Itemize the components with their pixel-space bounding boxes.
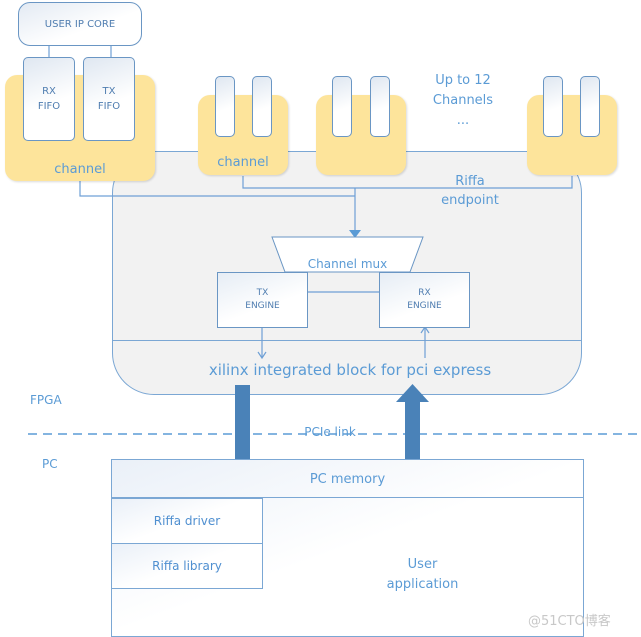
riffa-library-box: Riffa library (111, 543, 263, 589)
channel-3-fifo-b (370, 76, 390, 137)
riffa-driver-box: Riffa driver (111, 498, 263, 544)
rx-engine-label-1: RX (418, 288, 431, 298)
user-application-line-1: User (407, 557, 438, 572)
channel-2-fifo-a (215, 76, 235, 137)
tx-engine-label-1: TX (256, 288, 269, 298)
pcie-link-label: PCIe link (304, 425, 356, 439)
up-to-channels-text: Up to 12 Channels ... (415, 71, 511, 131)
channel-n-fifo-a (543, 76, 563, 137)
fpga-label: FPGA (30, 393, 62, 407)
channel-n (527, 95, 617, 175)
tx-fifo-label-1: TX (102, 86, 116, 97)
channel-2-fifo-b (252, 76, 272, 137)
pc-label: PC (42, 457, 58, 471)
pc-memory-label: PC memory (309, 472, 386, 487)
rx-fifo: RX FIFO (23, 57, 75, 141)
tx-engine-label-2: ENGINE (245, 301, 280, 311)
channel-1-label: channel (54, 162, 106, 177)
rx-fifo-label-2: FIFO (37, 101, 61, 112)
up-to-channels-ellipsis: ... (456, 113, 470, 128)
pcie-block-label: xilinx integrated block for pci express (208, 361, 492, 379)
rx-engine: RX ENGINE (379, 272, 470, 328)
riffa-endpoint-line-1: Riffa (455, 174, 485, 189)
rx-engine-label-2: ENGINE (407, 301, 442, 311)
riffa-driver-label: Riffa driver (153, 514, 221, 528)
channel-n-fifo-b (580, 76, 600, 137)
watermark: @51CTO博客 (528, 614, 611, 629)
user-application-label: User application (360, 555, 485, 595)
riffa-library-label: Riffa library (152, 559, 222, 573)
tx-engine: TX ENGINE (217, 272, 308, 328)
user-application-line-2: application (386, 577, 459, 592)
up-to-channels-line-2: Channels (432, 93, 494, 108)
channel-3 (316, 95, 406, 175)
user-ip-core: USER IP CORE (18, 2, 142, 46)
channel-2-label: channel (217, 155, 269, 170)
user-ip-core-label: USER IP CORE (44, 18, 116, 30)
channel-bus-line (242, 176, 573, 189)
tx-fifo-label-2: FIFO (97, 101, 121, 112)
riffa-endpoint-line-2: endpoint (441, 193, 499, 208)
channel-3-fifo-a (332, 76, 352, 137)
channel-mux-label: Channel mux (307, 257, 388, 271)
rx-fifo-label-1: RX (42, 86, 56, 97)
tx-fifo: TX FIFO (83, 57, 135, 141)
riffa-endpoint-label: Riffa endpoint (420, 172, 520, 210)
up-to-channels-line-1: Up to 12 (435, 73, 491, 88)
